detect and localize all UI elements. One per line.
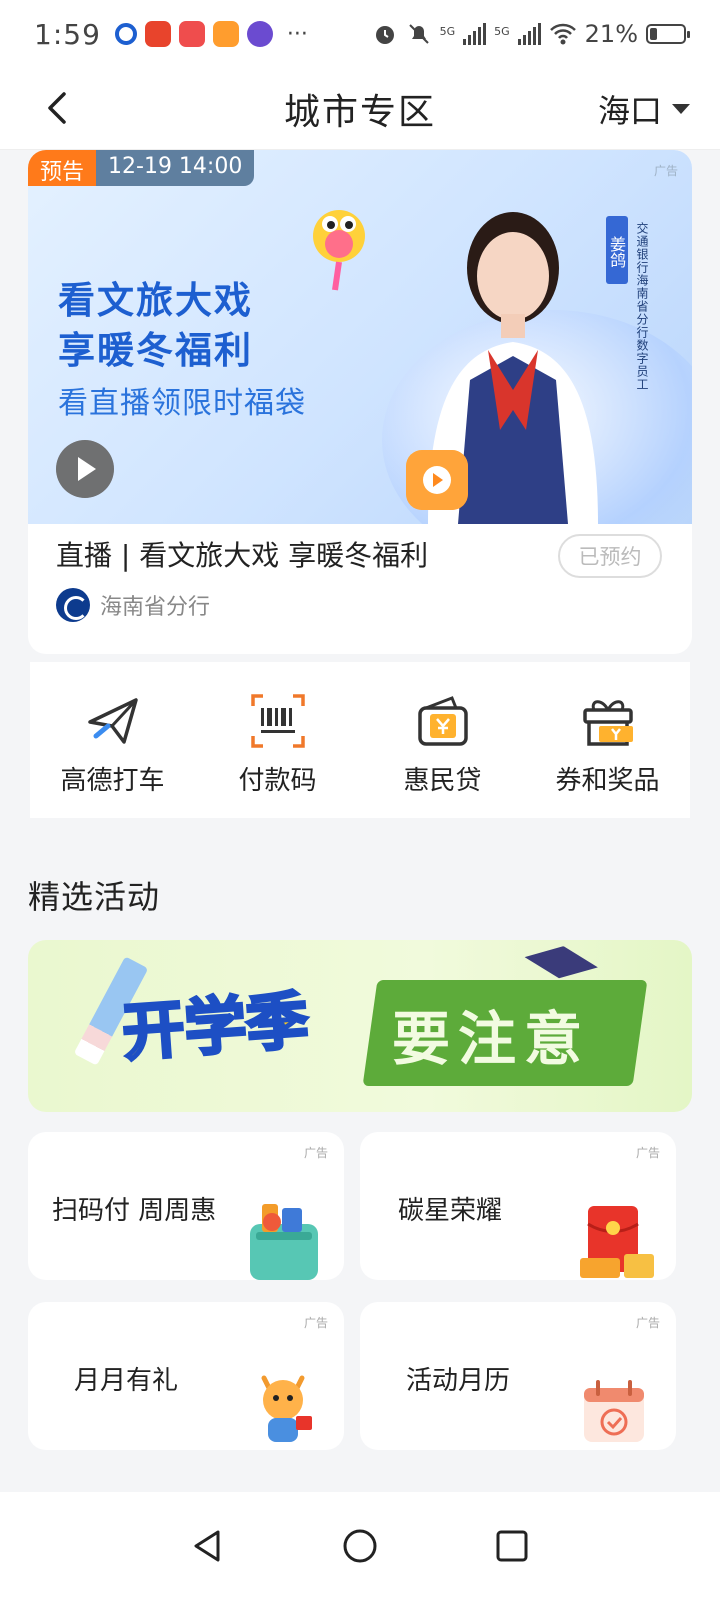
quick-item-loan[interactable]: 惠民贷	[360, 662, 525, 818]
activity-label: 活动月历	[406, 1366, 511, 1396]
preview-label: 预告	[28, 150, 97, 186]
nav-back-icon[interactable]	[188, 1526, 228, 1566]
paper-plane-icon	[87, 698, 138, 744]
nav-home-icon[interactable]	[340, 1526, 380, 1566]
nav-recents-icon[interactable]	[492, 1526, 532, 1566]
promo-text-2: 要注意	[392, 1005, 591, 1073]
gamepad-app-icon	[212, 21, 239, 47]
bank-app-icon	[114, 23, 137, 45]
org-name: 海南省分行	[100, 595, 211, 620]
quick-item-paycode[interactable]: 付款码	[195, 662, 360, 818]
calendar-icon	[584, 1380, 644, 1442]
purple-app-icon	[246, 21, 273, 47]
banner-headline-2: 享暖冬福利	[58, 329, 253, 372]
wallet-yen-icon	[417, 696, 468, 746]
city-name: 海口	[597, 92, 662, 130]
live-card[interactable]: 预告 12-19 14:00 广告 看文旅大戏 享暖冬福利 看直播领限时福袋 姜…	[28, 150, 692, 654]
play-icon[interactable]	[56, 440, 114, 498]
status-right: 5G 5G 21%	[372, 20, 690, 48]
activity-card[interactable]: 广告 碳星荣耀	[360, 1132, 676, 1280]
ad-label: 广告	[653, 164, 678, 178]
mascot-icon	[313, 210, 365, 291]
name-badge: 姜鸽	[606, 216, 628, 284]
status-time: 1:59	[34, 17, 101, 51]
activity-label: 碳星荣耀	[398, 1196, 503, 1226]
ad-label: 广告	[635, 1316, 660, 1330]
status-bar: 1:59 ··· 5G 5G 21%	[0, 0, 720, 68]
barcode-icon	[250, 694, 305, 748]
promo-text-1: 开学季	[119, 982, 313, 1071]
quick-label: 高德打车	[60, 766, 165, 796]
gift-icon	[582, 700, 633, 746]
battery-percent: 21%	[584, 20, 638, 48]
more-icons: ···	[286, 21, 308, 47]
activity-card[interactable]: 广告 扫码付 周周惠	[28, 1132, 344, 1280]
ad-label: 广告	[303, 1316, 328, 1330]
quick-label: 付款码	[238, 766, 317, 796]
page-title: 城市专区	[283, 91, 436, 133]
signal-icon	[463, 23, 487, 45]
battery-icon	[646, 24, 690, 44]
activity-label: 扫码付 周周惠	[52, 1196, 217, 1226]
signal-icon-2	[517, 23, 541, 45]
live-org: 海南省分行	[56, 588, 210, 622]
ad-label: 广告	[303, 1146, 328, 1160]
ad-label: 广告	[635, 1146, 660, 1160]
deer-mascot-icon	[261, 1375, 312, 1442]
live-title: 直播 | 看文旅大戏 享暖冬福利	[56, 539, 429, 572]
red-app-icon	[144, 21, 171, 47]
network-label-1: 5G	[439, 25, 456, 38]
bank-logo-icon	[56, 588, 90, 622]
system-nav-bar	[0, 1492, 720, 1600]
wifi-icon	[549, 23, 576, 45]
back-arrow-icon[interactable]	[38, 88, 78, 128]
quick-label: 惠民贷	[403, 766, 482, 796]
game-app-icon	[178, 21, 205, 47]
quick-item-coupons[interactable]: 券和奖品	[525, 662, 690, 818]
live-banner[interactable]: 预告 12-19 14:00 广告 看文旅大戏 享暖冬福利 看直播领限时福袋 姜…	[28, 150, 692, 524]
banner-headline-1: 看文旅大戏	[58, 279, 253, 322]
badge-caption: 交通银行海南省分行数字员工	[635, 222, 649, 391]
mute-bell-icon	[408, 24, 429, 44]
preview-datetime: 12-19 14:00	[96, 150, 255, 186]
caret-down-icon	[672, 104, 690, 114]
activity-card[interactable]: 广告 月月有礼	[28, 1302, 344, 1450]
video-play-icon	[406, 450, 468, 510]
quick-services: 高德打车 付款码 惠民贷 券和奖品	[30, 662, 690, 818]
top-nav: 城市专区 海口	[0, 68, 720, 150]
quick-label: 券和奖品	[555, 766, 660, 796]
status-app-icons: ···	[114, 21, 308, 47]
shopping-basket-icon	[250, 1204, 318, 1280]
red-envelope-icon	[580, 1206, 654, 1278]
section-title: 精选活动	[28, 878, 161, 916]
promo-banner[interactable]: 开学季 要注意	[28, 940, 692, 1112]
alarm-icon	[375, 26, 394, 44]
network-label-2: 5G	[494, 25, 510, 38]
quick-item-taxi[interactable]: 高德打车	[30, 662, 195, 818]
activity-label: 月月有礼	[74, 1366, 179, 1396]
city-selector[interactable]: 海口	[598, 86, 690, 132]
preview-tag: 预告 12-19 14:00	[28, 150, 255, 186]
activity-card[interactable]: 广告 活动月历	[360, 1302, 676, 1450]
banner-headline: 看文旅大戏 享暖冬福利	[58, 276, 253, 376]
banner-subline: 看直播领限时福袋	[58, 386, 306, 421]
reserved-button[interactable]: 已预约	[558, 534, 662, 578]
